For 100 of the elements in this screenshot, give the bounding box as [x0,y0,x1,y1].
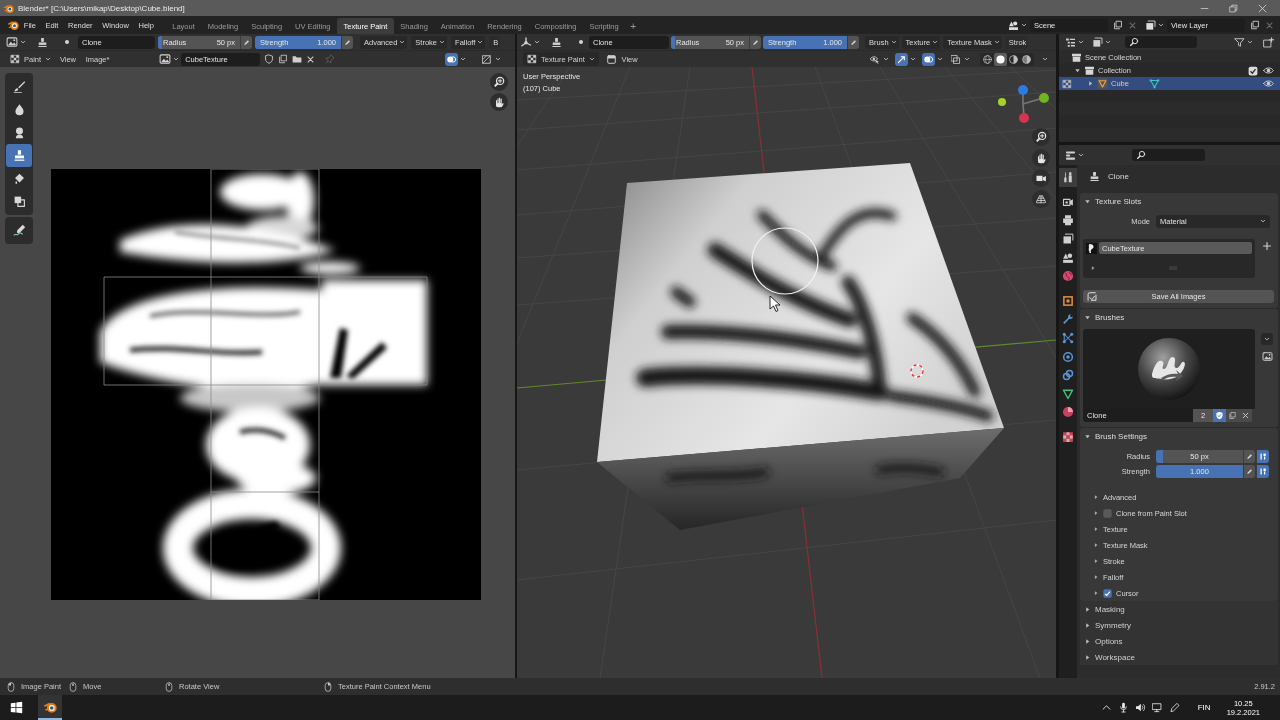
caret-icon[interactable] [964,56,970,62]
input-language[interactable]: FIN [1197,703,1211,712]
copy-icon[interactable] [1113,20,1123,30]
caret-icon[interactable] [937,56,943,62]
navigation-gizmo-icon[interactable] [998,85,1049,123]
filter-button[interactable] [1234,35,1253,49]
split-bars-icon[interactable] [1256,450,1269,463]
caret-icon[interactable] [1042,56,1048,62]
split-bars-icon[interactable] [1256,465,1269,478]
disclosure-triangle-icon[interactable] [1086,80,1094,87]
caret-icon [1078,39,1084,45]
overlapping-squares-icon[interactable] [949,52,962,66]
shield-icon[interactable] [1213,409,1226,422]
monitor-icon[interactable] [1151,702,1163,713]
speaker-icon[interactable] [1134,702,1146,713]
disclosure-triangle-icon[interactable] [1093,526,1099,532]
close-icon[interactable] [306,54,316,64]
brush-preview[interactable] [1083,329,1255,409]
image-browse-button[interactable] [159,52,180,66]
panel-header[interactable]: Symmetry [1080,617,1278,633]
camera-icon[interactable] [1032,169,1050,187]
editor-type-button[interactable] [1065,148,1084,162]
overlapping-circles-icon[interactable] [922,52,935,66]
panel-header[interactable]: Brushes [1080,309,1278,325]
overlapping-circles-icon[interactable] [445,52,458,66]
caret-icon[interactable] [910,56,916,62]
caret-icon [993,39,1000,45]
rendered-sphere-icon[interactable] [1020,52,1033,66]
view-layer-browse-button[interactable] [1145,18,1164,32]
pen-icon[interactable] [341,35,353,49]
panel-header[interactable]: Brush Settings [1080,428,1278,445]
display-mode-button[interactable] [1065,35,1084,49]
panel-header[interactable]: Texture Slots [1080,193,1278,210]
disclosure-triangle-icon[interactable] [1090,265,1096,271]
pen-icon[interactable] [1243,465,1255,478]
checkbox[interactable] [1103,588,1112,598]
copy-icon[interactable] [278,54,289,64]
solid-sphere-icon[interactable] [994,52,1007,66]
disclosure-triangle-icon[interactable] [1093,558,1099,564]
image-icon[interactable] [1261,351,1273,362]
hand-icon[interactable] [1032,148,1050,167]
start-icon[interactable] [10,701,23,714]
panel-header[interactable]: Options [1080,633,1278,649]
caret-icon[interactable] [495,56,501,62]
material-sphere-icon[interactable] [1007,52,1020,66]
chevron-up-icon[interactable] [1100,702,1112,713]
checkbox[interactable] [1103,508,1112,518]
close-icon[interactable] [1239,409,1252,422]
search-field[interactable] [1125,36,1197,48]
pen-icon[interactable] [240,35,252,49]
disclosure-triangle-icon[interactable] [1093,590,1099,596]
brush-dot-icon[interactable] [63,38,71,46]
disclosure-triangle-icon[interactable] [1073,67,1081,74]
folder-icon[interactable] [292,54,303,64]
perspective-grid-icon[interactable] [1032,189,1050,208]
scene-browse-button[interactable] [1008,18,1027,32]
eye-icon[interactable] [1263,78,1274,89]
zoom-icon[interactable] [490,73,508,91]
copy-icon[interactable] [1226,409,1239,422]
caret-icon[interactable] [460,56,466,62]
tool-button[interactable] [6,144,32,167]
panel-header[interactable]: Workspace [1080,649,1278,665]
editor-type-button[interactable] [6,35,26,49]
taskbar-app-button[interactable] [38,695,62,720]
hatched-square-icon[interactable] [480,52,493,66]
caret-icon[interactable] [1261,333,1273,345]
window-icon[interactable] [605,53,617,65]
caret-icon[interactable] [883,56,889,62]
editor-type-button[interactable] [520,35,540,49]
app-logo-icon[interactable] [7,19,19,31]
diagonal-arrow-icon[interactable] [895,52,908,66]
checkbox[interactable] [1248,65,1258,76]
wireframe-sphere-icon[interactable] [981,52,994,66]
eye-icon[interactable] [1263,65,1274,76]
panel-header[interactable]: Masking [1080,601,1278,617]
checker-icon[interactable] [1062,78,1072,89]
square-plus-icon[interactable] [1263,36,1274,48]
restore-icon[interactable] [1229,3,1238,13]
add-workspace-button[interactable]: + [625,18,641,34]
pen-icon[interactable] [1243,450,1255,463]
microphone-icon[interactable] [1117,702,1129,713]
cone-sphere-icon [1008,19,1019,31]
disclosure-triangle-icon[interactable] [1093,510,1099,516]
disclosure-triangle-icon[interactable] [1093,542,1099,548]
vertex-triangle-icon[interactable] [1148,78,1160,89]
hand-icon[interactable] [490,93,508,111]
disclosure-triangle-icon[interactable] [1093,494,1099,500]
properties-tab[interactable] [1059,168,1077,187]
pen-icon[interactable] [749,35,761,49]
copy-icon[interactable] [1250,20,1260,30]
disclosure-triangle-icon[interactable] [1093,574,1099,580]
filter-layer-button[interactable] [1092,35,1111,49]
zoom-icon[interactable] [1032,128,1050,146]
pen-icon[interactable] [847,35,859,49]
pen-icon[interactable] [1168,702,1180,713]
brush-dot-icon[interactable] [577,38,585,46]
search-field[interactable] [1132,149,1205,161]
shield-icon[interactable] [264,54,275,64]
mouse-icon [323,681,333,692]
plus-icon[interactable] [1262,241,1272,251]
